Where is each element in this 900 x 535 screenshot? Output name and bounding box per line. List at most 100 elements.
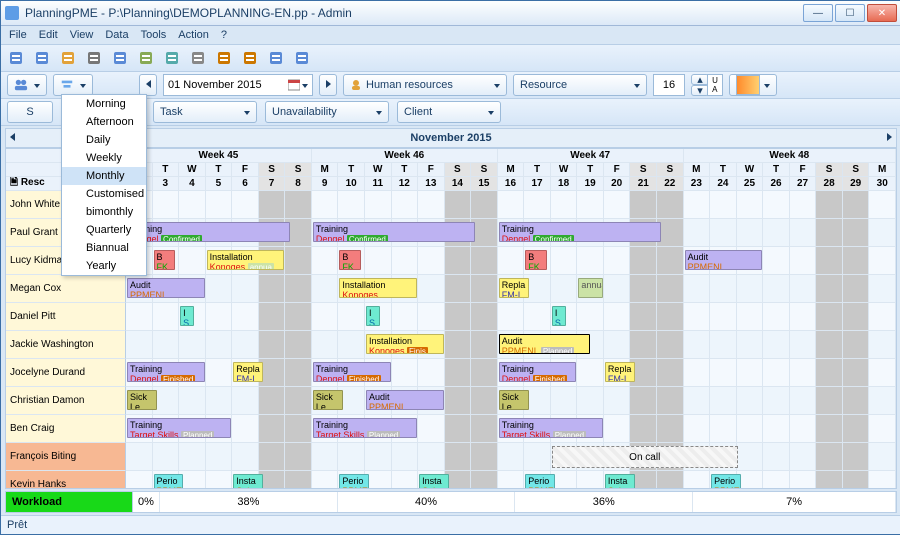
grid-cell[interactable]: [630, 303, 657, 331]
task-block[interactable]: InstallationKonoges: [339, 278, 417, 298]
grid-cell[interactable]: [312, 471, 339, 489]
grid-cell[interactable]: [498, 247, 525, 275]
task-block[interactable]: BFK: [154, 250, 176, 270]
grid-cell[interactable]: [232, 415, 259, 443]
task-block[interactable]: ReplaFM-I: [233, 362, 263, 382]
grid-cell[interactable]: [418, 303, 445, 331]
grid-cell[interactable]: [471, 359, 498, 387]
grid-cell[interactable]: [737, 443, 764, 471]
task-block[interactable]: PerioPPMEN: [525, 474, 555, 489]
grid-cell[interactable]: [657, 247, 684, 275]
task-block[interactable]: AuditPPMENL Planned: [685, 250, 763, 270]
grid-cell[interactable]: [285, 331, 312, 359]
undo-icon[interactable]: [135, 47, 157, 69]
grid-cell[interactable]: [471, 303, 498, 331]
grid-cell[interactable]: [153, 303, 180, 331]
grid-cell[interactable]: [763, 331, 790, 359]
grid-cell[interactable]: [285, 247, 312, 275]
grid-cell[interactable]: [551, 387, 578, 415]
task-block[interactable]: AuditPPMENL Planned: [499, 334, 590, 354]
grid-cell[interactable]: [710, 275, 737, 303]
resource-label[interactable]: Jackie Washington: [6, 331, 126, 359]
view-option-bimonthly[interactable]: bimonthly: [62, 203, 146, 221]
resource-label[interactable]: Ben Craig: [6, 415, 126, 443]
grid-cell[interactable]: [763, 247, 790, 275]
people-new-icon[interactable]: [5, 47, 27, 69]
task-block[interactable]: BFK: [339, 250, 361, 270]
grid-cell[interactable]: [285, 359, 312, 387]
grid-cell[interactable]: [869, 219, 896, 247]
grid-cell[interactable]: [445, 359, 472, 387]
grid-cell[interactable]: [816, 415, 843, 443]
grid-cell[interactable]: [498, 443, 525, 471]
grid-cell[interactable]: [392, 191, 419, 219]
grid-cell[interactable]: [392, 247, 419, 275]
grid-cell[interactable]: [392, 303, 419, 331]
grid-cell[interactable]: [524, 443, 551, 471]
grid-cell[interactable]: [763, 191, 790, 219]
menu-data[interactable]: Data: [105, 29, 128, 41]
view-option-biannual[interactable]: Biannual: [62, 239, 146, 257]
view-option-daily[interactable]: Daily: [62, 131, 146, 149]
grid-cell[interactable]: [684, 219, 711, 247]
grid-cell[interactable]: [816, 275, 843, 303]
grid-cell[interactable]: [790, 359, 817, 387]
grid-cell[interactable]: [577, 247, 604, 275]
grid-cell[interactable]: [657, 359, 684, 387]
task-block[interactable]: InstallationKonoges annua: [207, 250, 285, 270]
month-next-button[interactable]: [887, 132, 892, 144]
grid-cell[interactable]: [312, 191, 339, 219]
resource-label[interactable]: Daniel Pitt: [6, 303, 126, 331]
grid-cell[interactable]: [816, 387, 843, 415]
grid-cell[interactable]: [471, 247, 498, 275]
task-block[interactable]: InstaSoluw: [419, 474, 449, 489]
grid-cell[interactable]: [816, 331, 843, 359]
menu-tools[interactable]: Tools: [141, 29, 167, 41]
grid-cell[interactable]: [737, 415, 764, 443]
grid-cell[interactable]: [471, 331, 498, 359]
resource-label[interactable]: Jocelyne Durand: [6, 359, 126, 387]
grid-cell[interactable]: [790, 247, 817, 275]
grid-cell[interactable]: [206, 387, 233, 415]
task-block[interactable]: ReplaFM-I: [499, 278, 529, 298]
grid-cell[interactable]: [737, 359, 764, 387]
grid-cell[interactable]: [338, 331, 365, 359]
grid-cell[interactable]: [843, 331, 870, 359]
grid-cell[interactable]: [763, 275, 790, 303]
grid-cell[interactable]: [577, 471, 604, 489]
grid-cell[interactable]: [285, 275, 312, 303]
grid-cell[interactable]: [737, 219, 764, 247]
grid-cell[interactable]: [763, 387, 790, 415]
grid-cell[interactable]: [153, 443, 180, 471]
grid-cell[interactable]: [259, 387, 286, 415]
grid-cell[interactable]: [126, 303, 153, 331]
grid-cell[interactable]: [657, 331, 684, 359]
person-new-icon[interactable]: [31, 47, 53, 69]
grid-cell[interactable]: [710, 387, 737, 415]
grid-cell[interactable]: [843, 247, 870, 275]
grid-cell[interactable]: [790, 331, 817, 359]
task-block[interactable]: TrainingTarget Skills Planned: [313, 418, 417, 438]
grid-cell[interactable]: [312, 331, 339, 359]
export-left-icon[interactable]: [213, 47, 235, 69]
grid-cell[interactable]: [206, 191, 233, 219]
grid-cell[interactable]: [843, 387, 870, 415]
grid-cell[interactable]: [338, 191, 365, 219]
grid-cell[interactable]: [312, 303, 339, 331]
grid-cell[interactable]: [790, 191, 817, 219]
task-block[interactable]: Sick Le: [313, 390, 343, 410]
grid-cell[interactable]: [285, 191, 312, 219]
grid-cell[interactable]: [259, 415, 286, 443]
grid-cell[interactable]: [816, 247, 843, 275]
grid-cell[interactable]: [471, 219, 498, 247]
date-next-button[interactable]: [319, 74, 337, 96]
grid-cell[interactable]: [843, 471, 870, 489]
search-icon[interactable]: [187, 47, 209, 69]
grid-cell[interactable]: [684, 387, 711, 415]
grid-cell[interactable]: [206, 471, 233, 489]
task-new-icon[interactable]: [57, 47, 79, 69]
grid-cell[interactable]: [285, 443, 312, 471]
grid-cell[interactable]: [471, 443, 498, 471]
menu-view[interactable]: View: [70, 29, 94, 41]
grid-cell[interactable]: [790, 443, 817, 471]
